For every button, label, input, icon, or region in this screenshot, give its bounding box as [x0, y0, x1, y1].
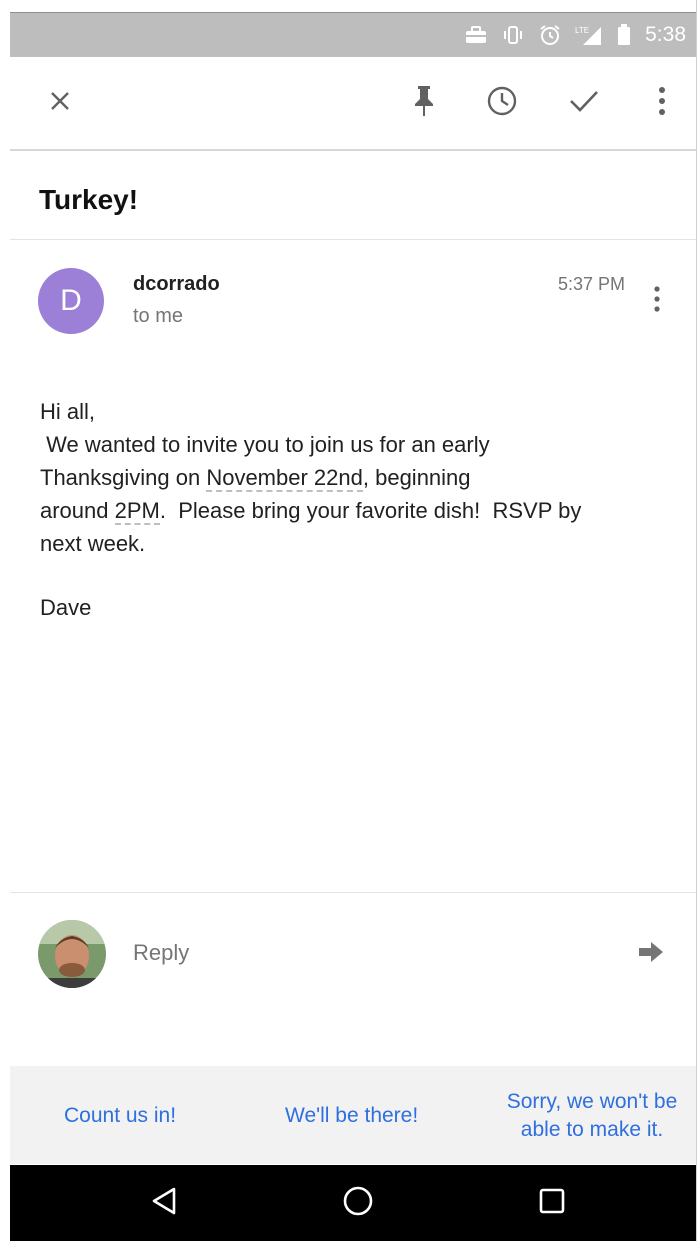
close-icon	[48, 89, 72, 118]
body-text-segment: . Please bring your favorite dish! RSVP …	[159, 498, 582, 523]
status-time: 5:38	[645, 23, 686, 46]
smart-reply-bar: Count us in! We'll be there! Sorry, we w…	[10, 1066, 696, 1164]
subject-row: Turkey!	[10, 151, 696, 240]
nav-recents-button[interactable]	[530, 1181, 574, 1225]
user-avatar	[38, 920, 106, 988]
more-vert-icon	[658, 86, 666, 121]
recipient-details[interactable]: to me	[133, 305, 183, 328]
snooze-clock-icon	[486, 85, 518, 122]
smart-reply-sorry[interactable]: Sorry, we won't be able to make it.	[492, 1088, 692, 1144]
system-nav-bar	[10, 1165, 696, 1241]
date-link[interactable]: November 22nd	[206, 465, 363, 492]
body-line: next week.	[40, 527, 670, 560]
briefcase-icon	[465, 26, 487, 44]
smart-reply-count-us-in[interactable]: Count us in!	[64, 1102, 176, 1130]
reply-send-button[interactable]	[634, 940, 668, 968]
status-bar: LTE 5:38	[10, 12, 696, 57]
nav-home-button[interactable]	[336, 1181, 380, 1225]
body-text-segment: around	[40, 498, 115, 523]
sender-avatar[interactable]: D	[38, 268, 104, 334]
smart-reply-text-line: Sorry, we won't be	[506, 1090, 678, 1113]
home-circle-icon	[342, 1185, 374, 1222]
body-line: around 2PM. Please bring your favorite d…	[40, 494, 670, 527]
battery-icon	[617, 24, 631, 46]
snooze-button[interactable]	[478, 79, 526, 127]
sent-time: 5:37 PM	[558, 274, 626, 294]
body-text-segment: next week.	[40, 531, 146, 556]
signature: Dave	[40, 595, 92, 620]
email-body: Hi all, We wanted to invite you to join …	[40, 395, 670, 560]
body-line: We wanted to invite you to join us for a…	[40, 428, 670, 461]
pin-icon	[413, 85, 435, 122]
reply-input[interactable]: Reply	[133, 940, 189, 966]
done-check-icon	[568, 88, 600, 119]
nav-back-button[interactable]	[142, 1181, 186, 1225]
recents-square-icon	[538, 1187, 566, 1220]
body-line: Thanksgiving on November 22nd, beginning	[40, 461, 670, 494]
body-greeting: Hi all,	[40, 399, 96, 424]
body-text-segment: , beginning	[362, 465, 471, 490]
lte-signal-icon: LTE	[575, 24, 603, 46]
vibrate-icon	[501, 25, 525, 45]
sender-name[interactable]: dcorrado	[133, 273, 220, 296]
smart-reply-well-be-there[interactable]: We'll be there!	[285, 1102, 418, 1130]
pin-button[interactable]	[400, 79, 448, 127]
more-options-button[interactable]	[638, 79, 686, 127]
time-link[interactable]: 2PM	[114, 498, 160, 525]
body-text-segment: Thanksgiving on	[40, 465, 207, 490]
body-text-segment: We wanted to invite you to join us for a…	[40, 432, 490, 457]
back-triangle-icon	[150, 1186, 178, 1221]
mark-done-button[interactable]	[560, 79, 608, 127]
email-toolbar	[10, 57, 696, 151]
alarm-icon	[539, 24, 561, 46]
close-button[interactable]	[36, 79, 84, 127]
reply-divider	[10, 892, 696, 893]
app-frame: LTE 5:38 Turkey! D dcorrado to me 5:37 P…	[0, 0, 697, 1241]
more-vert-icon	[654, 285, 660, 318]
email-subject: Turkey!	[39, 184, 139, 215]
arrow-right-icon	[638, 941, 664, 968]
message-menu-button[interactable]	[640, 284, 674, 318]
smart-reply-text-line: able to make it.	[520, 1118, 664, 1141]
svg-text:LTE: LTE	[575, 26, 589, 35]
